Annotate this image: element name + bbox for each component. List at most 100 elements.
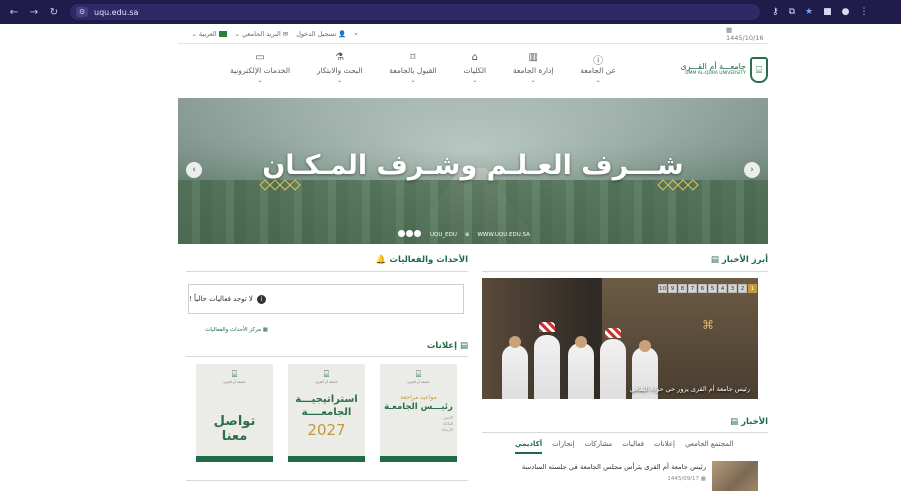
pager-button[interactable]: 7: [688, 284, 697, 293]
slider-next-button[interactable]: ›: [744, 162, 760, 178]
chevron-down-icon: ⌄: [530, 77, 536, 84]
hero-website: WWW.UQU.EDU.SA: [477, 231, 530, 238]
email-label: البريد الجامعي: [242, 30, 281, 38]
building-icon: ▥: [528, 52, 538, 63]
address-bar-url: uqu.edu.sa: [94, 7, 139, 17]
search-icon: ⌕: [354, 29, 358, 38]
info-icon: ⓘ: [593, 56, 604, 67]
reload-icon[interactable]: ↻: [48, 7, 60, 18]
envelope-icon: ✉: [282, 30, 289, 38]
events-center-link-text: مركز الأحداث والفعاليات: [205, 327, 262, 333]
pager-button[interactable]: 4: [718, 284, 727, 293]
events-center-link[interactable]: ▦ مركز الأحداث والفعاليات: [178, 327, 268, 333]
calendar-icon: ▦: [700, 476, 706, 482]
ornament-right-icon: [648, 178, 708, 192]
announcement-card[interactable]: ⌸ جامعة أم القرى تواصل معنا: [196, 364, 273, 462]
forward-icon[interactable]: →: [28, 7, 40, 18]
back-icon[interactable]: ←: [8, 7, 20, 18]
chevron-down-icon: ⌄: [234, 30, 241, 38]
card-details: الاثنين الثلاثاء الأربعاء: [384, 415, 453, 433]
profile-icon[interactable]: ●: [842, 7, 850, 17]
divider: [482, 271, 768, 272]
card-bar: [380, 456, 457, 462]
nav-item-research[interactable]: ⚗ البحث والابتكار ⌄: [317, 52, 363, 92]
login-link[interactable]: تسجيل الدخول 👤: [296, 30, 346, 38]
card-bar: [288, 456, 365, 462]
utility-links: ⌄ العربية ⌄ البريد الجامعي ✉ تسجيل الدخو…: [191, 30, 358, 39]
nav-item-administration[interactable]: ▥ إدارة الجامعة ⌄: [513, 52, 554, 92]
top-news-caption[interactable]: رئيس جامعة أم القرى يزور حي حراء الثقافي: [482, 385, 758, 393]
email-link[interactable]: ⌄ البريد الجامعي ✉: [235, 30, 289, 38]
newspaper-icon: ▤: [730, 417, 739, 427]
card-emblem-icon: ⌸ جامعة أم القرى: [288, 370, 365, 384]
hijri-date-text: 1445/10/16: [726, 34, 764, 42]
pager-button-active[interactable]: 1: [748, 284, 757, 293]
tab-announcements[interactable]: إعلانات: [654, 440, 675, 454]
language-label: العربية: [198, 30, 217, 38]
nav-item-admission[interactable]: ⌑ القبول بالجامعة ⌄: [389, 52, 437, 92]
language-switch[interactable]: ⌄ العربية: [191, 30, 227, 38]
pager-button[interactable]: 9: [668, 284, 677, 293]
top-news-section-title: أبرز الأخبار ▤: [660, 255, 768, 265]
nav-item-about[interactable]: ⓘ عن الجامعة ⌄: [580, 52, 616, 92]
graduation-cap-icon: ⌑: [410, 52, 416, 63]
menu-icon[interactable]: ⋮: [859, 7, 868, 17]
nav-item-label: القبول بالجامعة: [389, 66, 437, 75]
events-empty-message: لا توجد فعاليات حالياً !: [189, 295, 253, 303]
slider-prev-button[interactable]: ‹: [186, 162, 202, 178]
pager-button[interactable]: 10: [658, 284, 667, 293]
card-bar: [196, 456, 273, 462]
social-icons: [398, 230, 422, 239]
nav-item-eservices[interactable]: ▭ الخدمات الإلكترونية ⌄: [230, 52, 290, 92]
news-item-title[interactable]: رئيس جامعة أم القرى يترأس مجلس الجامعة ف…: [476, 463, 706, 471]
address-bar[interactable]: ⚙ uqu.edu.sa: [70, 4, 760, 20]
tab-participations[interactable]: مشاركات: [585, 440, 613, 454]
pager-button[interactable]: 8: [678, 284, 687, 293]
extension-icon[interactable]: ■: [823, 7, 832, 17]
search-button[interactable]: ⌕: [354, 30, 358, 39]
password-key-icon[interactable]: ⚷: [772, 7, 779, 17]
newspaper-icon: ▤: [710, 255, 719, 265]
tab-achievements[interactable]: إنجازات: [552, 440, 574, 454]
news-item-date-text: 1445/09/17: [667, 476, 700, 482]
logo-text: جامعـــة أم القـــرى UMM AL-QURA UNIVERS…: [680, 62, 746, 77]
photo-scarf: [605, 328, 621, 338]
announcement-card[interactable]: ⌸ جامعة أم القرى مواعيد مراجعة رئيـــس ال…: [380, 364, 457, 462]
card-line2: رئيـــس الجامعـة: [384, 402, 453, 412]
bookmark-star-icon[interactable]: ★: [805, 7, 813, 17]
events-empty-box: i لا توجد فعاليات حالياً !: [188, 284, 464, 314]
news-title-text: الأخبار: [741, 417, 768, 427]
nav-item-label: الخدمات الإلكترونية: [230, 66, 291, 75]
nav-item-colleges[interactable]: ⌂ الكليات ⌄: [464, 52, 487, 92]
tab-academic[interactable]: أكاديمي: [515, 440, 543, 454]
pager-button[interactable]: 3: [728, 284, 737, 293]
university-logo[interactable]: ⌸ جامعـــة أم القـــرى UMM AL-QURA UNIVE…: [664, 55, 768, 85]
install-app-icon[interactable]: ⧉: [789, 7, 795, 17]
utility-bar: ⌄ العربية ⌄ البريد الجامعي ✉ تسجيل الدخو…: [178, 26, 768, 42]
chevron-down-icon: ⌄: [410, 77, 416, 84]
tab-community[interactable]: المجتمع الجامعي: [685, 440, 733, 454]
card-line1: استراتيجيـــة: [295, 394, 358, 405]
browser-toolbar: ← → ↻ ⚙ uqu.edu.sa ⚷ ⧉ ★ ■ ● ⋮: [0, 0, 901, 24]
pager-button[interactable]: 6: [698, 284, 707, 293]
chevron-down-icon: ⌄: [595, 77, 601, 84]
nav-item-label: إدارة الجامعة: [512, 66, 554, 75]
newspaper-icon: ▤: [459, 341, 468, 351]
card-year: 2027: [307, 421, 346, 439]
divider: [186, 356, 468, 357]
logo-emblem-icon: ⌸: [750, 57, 768, 83]
bell-icon: 🔔: [375, 255, 387, 265]
pager-button[interactable]: 5: [708, 284, 717, 293]
photo-head: [509, 336, 521, 348]
top-news-slide[interactable]: ⌘ رئيس جامعة أم القرى يزور حي حراء الثقا…: [482, 278, 758, 399]
ornament-left-icon: [250, 178, 310, 192]
card-content: استراتيجيـــة الجامعــــة 2027: [292, 394, 361, 439]
news-list-item[interactable]: رئيس جامعة أم القرى يترأس مجلس الجامعة ف…: [482, 461, 768, 491]
tab-events[interactable]: فعاليات: [622, 440, 644, 454]
columns-icon: ⌂: [471, 52, 478, 63]
divider: [482, 432, 768, 433]
announcement-card[interactable]: ⌸ جامعة أم القرى استراتيجيـــة الجامعــــ…: [288, 364, 365, 462]
card-line1: مواعيد مراجعة: [400, 394, 437, 401]
site-info-icon[interactable]: ⚙: [76, 7, 88, 17]
pager-button[interactable]: 2: [738, 284, 747, 293]
